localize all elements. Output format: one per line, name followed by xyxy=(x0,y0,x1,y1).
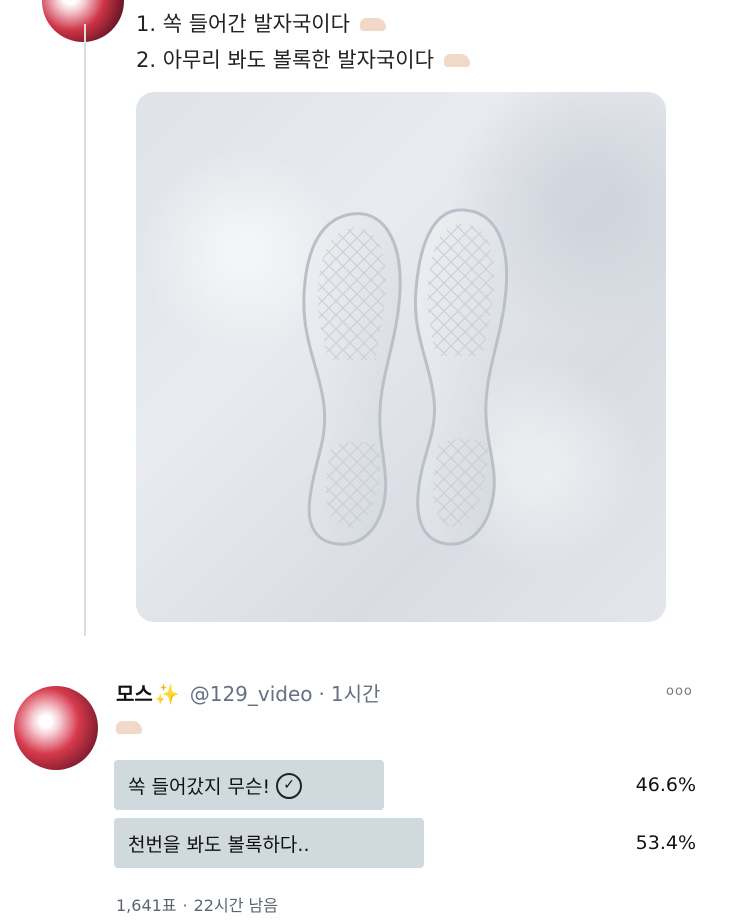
poll-option-1-text: 쏙 들어갔지 무슨! xyxy=(128,776,271,798)
right-footprint xyxy=(413,208,509,546)
sparkle-icon: ✨ xyxy=(154,682,180,706)
tweet-body xyxy=(116,718,142,737)
avatar[interactable] xyxy=(14,686,98,770)
foot-icon xyxy=(359,17,386,31)
display-name[interactable]: 모스 xyxy=(116,682,153,706)
tweet-header: 모스 ✨ @129_video · 1시간 xyxy=(116,678,380,707)
thread-connector xyxy=(84,24,86,636)
footprints-image xyxy=(302,208,509,546)
avatar[interactable] xyxy=(42,0,124,42)
foot-icon xyxy=(116,721,142,734)
poll-option-1-percent: 46.6% xyxy=(635,774,696,796)
poll-option-2-percent: 53.4% xyxy=(635,832,696,854)
separator-dot: · xyxy=(318,682,325,706)
tweet-text-line-2: 2. 아무리 봐도 볼록한 발자국이다 xyxy=(136,44,470,74)
more-options-icon[interactable]: ooo xyxy=(666,684,693,699)
tweet-text-line-1: 1. 쏙 들어간 발자국이다 xyxy=(136,8,386,38)
user-handle[interactable]: @129_video xyxy=(190,682,313,706)
line-1-text: 1. 쏙 들어간 발자국이다 xyxy=(136,12,350,36)
foot-icon xyxy=(443,53,470,67)
divider xyxy=(0,636,736,656)
line-2-text: 2. 아무리 봐도 볼록한 발자국이다 xyxy=(136,48,434,72)
poll-footer: 1,641표 · 22시간 남음 xyxy=(116,892,278,916)
time-remaining: 22시간 남음 xyxy=(193,896,278,915)
separator-dot: · xyxy=(182,896,188,915)
poll-option-1-label[interactable]: 쏙 들어갔지 무슨! ✓ xyxy=(128,772,303,801)
left-footprint xyxy=(302,212,402,546)
poll-tweet: 모스 ✨ @129_video · 1시간 ooo 쏙 들어갔지 무슨! ✓ 46.6% … xyxy=(0,656,736,920)
previous-tweet: 1. 쏙 들어간 발자국이다 2. 아무리 봐도 볼록한 발자국이다 xyxy=(0,0,736,636)
footprint-photo[interactable] xyxy=(136,92,666,622)
poll-option-2-label[interactable]: 천번을 봐도 볼록하다.. xyxy=(128,830,309,857)
check-circle-icon: ✓ xyxy=(276,772,303,799)
vote-count: 1,641표 xyxy=(116,896,177,915)
timestamp[interactable]: 1시간 xyxy=(331,682,381,706)
